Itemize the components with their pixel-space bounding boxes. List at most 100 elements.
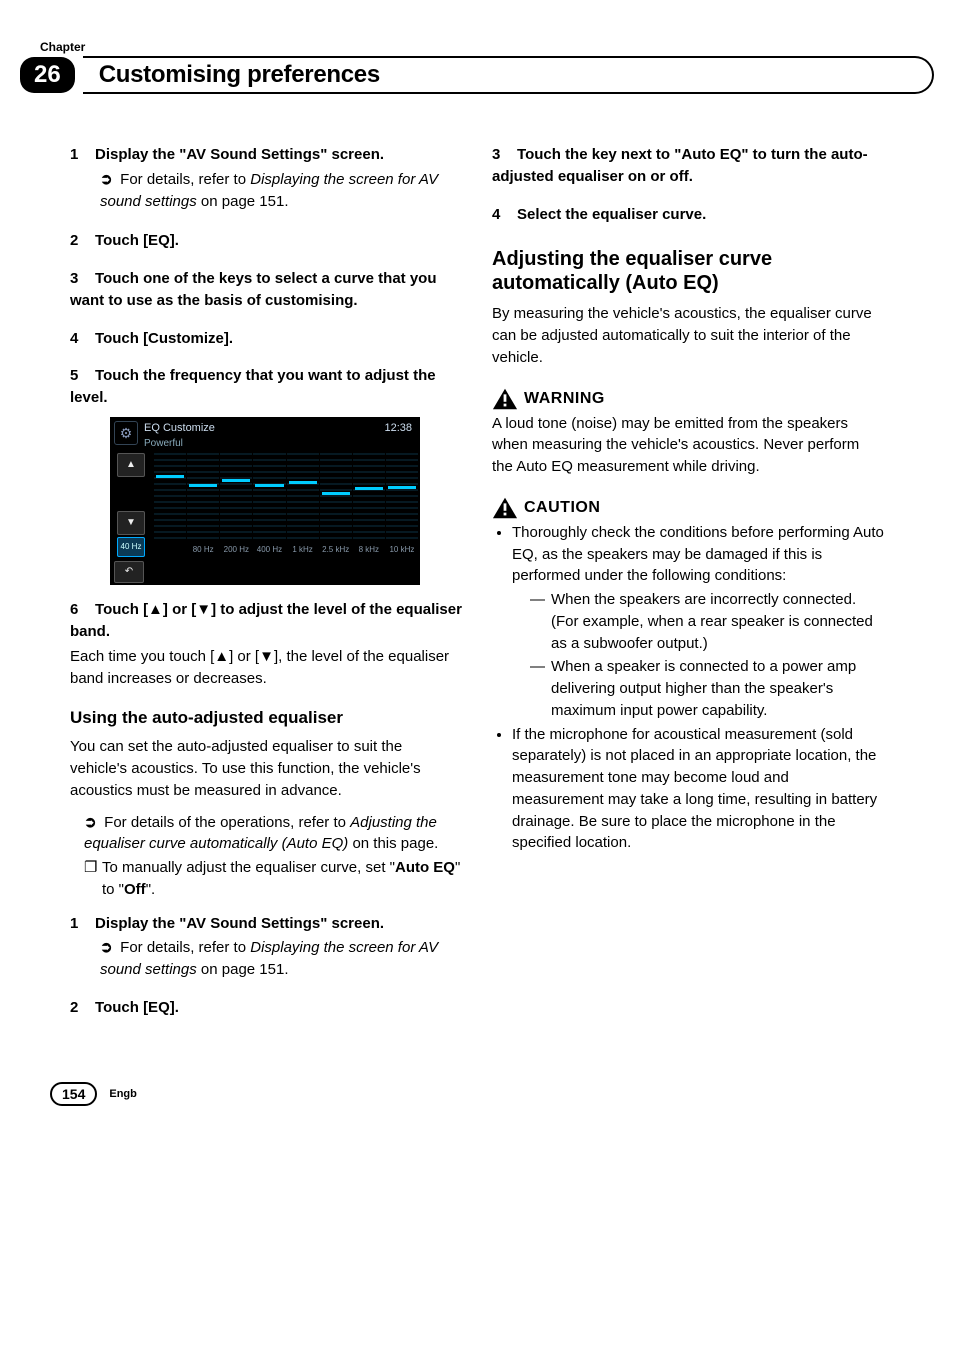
step-text: Touch one of the keys to select a curve … — [70, 270, 437, 309]
eq-band[interactable]: 200 Hz — [220, 453, 252, 557]
step-text: Touch [EQ]. — [95, 232, 179, 249]
step-number: 5 — [70, 367, 78, 384]
reference-suffix: on page 151. — [197, 193, 289, 210]
page-footer: 154 Engb — [50, 1082, 884, 1106]
eq-bands: 80 Hz200 Hz400 Hz1 kHz2.5 kHz8 kHz10 kHz — [152, 451, 420, 559]
auto-eq-note: ❐ To manually adjust the equaliser curve… — [84, 857, 462, 901]
eq-band-label — [154, 543, 186, 557]
step-number: 2 — [70, 232, 78, 249]
note-bold: Auto EQ — [395, 859, 455, 876]
note-icon: ❐ — [84, 857, 98, 901]
eq-level-up-button[interactable]: ▲ — [117, 453, 145, 477]
eq-level-down-button[interactable]: ▼ — [117, 511, 145, 535]
eq-band-label: 200 Hz — [220, 543, 252, 557]
dash-icon: — — [530, 656, 545, 721]
caution-sub-text: When the speakers are incorrectly connec… — [551, 589, 884, 654]
step-number: 3 — [70, 270, 78, 287]
eq-band-label: 80 Hz — [187, 543, 219, 557]
page-lang: Engb — [109, 1088, 137, 1100]
eq-band-label: 400 Hz — [253, 543, 285, 557]
step-text: Touch [Customize]. — [95, 330, 233, 347]
caution-item-2: If the microphone for acoustical measure… — [512, 724, 884, 855]
reference-icon: ➲ — [100, 937, 116, 959]
step-4: 4 Touch [Customize]. — [70, 328, 462, 350]
reference-suffix: on page 151. — [197, 961, 289, 978]
eq-band[interactable]: 2.5 kHz — [320, 453, 352, 557]
step-number: 4 — [492, 206, 500, 223]
document-page: Chapter 26 Customising preferences 1 Dis… — [0, 0, 954, 1146]
ss-title: EQ Customize — [144, 421, 215, 437]
step-2b: 2 Touch [EQ]. — [70, 997, 462, 1019]
ss-arrow-column: ▲ ▼ 40 Hz — [110, 451, 152, 559]
step-number: 4 — [70, 330, 78, 347]
step-5: 5 Touch the frequency that you want to a… — [70, 365, 462, 409]
reference-prefix: For details, refer to — [120, 939, 250, 956]
auto-eq-paragraph: By measuring the vehicle's acoustics, th… — [492, 303, 884, 368]
step-6: 6 Touch [▲] or [▼] to adjust the level o… — [70, 599, 462, 643]
caution-sublist: — When the speakers are incorrectly conn… — [530, 589, 884, 722]
eq-band[interactable]: 10 kHz — [386, 453, 418, 557]
note-frag: ". — [146, 881, 156, 898]
step-6-description: Each time you touch [▲] or [▼], the leve… — [70, 646, 462, 690]
content-columns: 1 Display the "AV Sound Settings" screen… — [70, 134, 884, 1022]
ss-subtitle: Powerful — [144, 437, 215, 452]
caution-sub-text: When a speaker is connected to a power a… — [551, 656, 884, 721]
step-number: 1 — [70, 915, 78, 932]
heading-auto-eq: Adjusting the equaliser curve automatica… — [492, 247, 884, 295]
reference-line-b: ➲ For details, refer to Displaying the s… — [100, 937, 462, 981]
caution-header: CAUTION — [492, 496, 884, 520]
step-text: Touch the key next to "Auto EQ" to turn … — [492, 146, 868, 185]
caution-sub-2: — When a speaker is connected to a power… — [530, 656, 884, 721]
warning-header: WARNING — [492, 387, 884, 411]
left-column: 1 Display the "AV Sound Settings" screen… — [70, 134, 462, 1022]
reference-suffix: on this page. — [348, 835, 438, 852]
warning-text: A loud tone (noise) may be emitted from … — [492, 413, 884, 478]
step-2: 2 Touch [EQ]. — [70, 230, 462, 252]
right-column: 3 Touch the key next to "Auto EQ" to tur… — [492, 134, 884, 1022]
step-text: Touch the frequency that you want to adj… — [70, 367, 436, 406]
reference-icon: ➲ — [84, 812, 100, 834]
eq-band-label: 8 kHz — [353, 543, 385, 557]
caution-sub-1: — When the speakers are incorrectly conn… — [530, 589, 884, 654]
chapter-title: Customising preferences — [99, 61, 380, 89]
ss-clock: 12:38 — [384, 421, 412, 437]
eq-customize-screenshot: ⚙ EQ Customize Powerful 12:38 ▲ ▼ 40 Hz — [110, 417, 420, 585]
step-text: Display the "AV Sound Settings" screen. — [95, 146, 384, 163]
caution-label: CAUTION — [524, 496, 600, 519]
reference-line: ➲ For details, refer to Displaying the s… — [100, 169, 462, 213]
warning-label: WARNING — [524, 387, 605, 410]
caution-list: Thoroughly check the conditions before p… — [492, 522, 884, 854]
note-bold: Off — [124, 881, 146, 898]
step-text: Touch [▲] or [▼] to adjust the level of … — [70, 601, 462, 640]
eq-band-label: 2.5 kHz — [320, 543, 352, 557]
eq-band-label: 10 kHz — [386, 543, 418, 557]
step-text: Select the equaliser curve. — [517, 206, 706, 223]
step-text: Display the "AV Sound Settings" screen. — [95, 915, 384, 932]
caution-icon — [492, 496, 518, 520]
caution-text: Thoroughly check the conditions before p… — [512, 524, 884, 585]
eq-band — [154, 453, 186, 557]
step-number: 1 — [70, 146, 78, 163]
eq-band-label: 1 kHz — [287, 543, 319, 557]
step-3-right: 3 Touch the key next to "Auto EQ" to tur… — [492, 144, 884, 188]
note-text: To manually adjust the equaliser curve, … — [102, 857, 462, 901]
chapter-header: 26 Customising preferences — [20, 56, 934, 94]
eq-band[interactable]: 1 kHz — [287, 453, 319, 557]
step-text: Touch [EQ]. — [95, 999, 179, 1016]
eq-band[interactable]: 80 Hz — [187, 453, 219, 557]
chapter-label: Chapter — [40, 40, 884, 54]
subheading-auto-eq: Using the auto-adjusted equaliser — [70, 706, 462, 731]
gear-icon: ⚙ — [114, 421, 138, 445]
reference-icon: ➲ — [100, 169, 116, 191]
chapter-number-pill: 26 — [20, 57, 75, 93]
chapter-title-frame: Customising preferences — [83, 56, 934, 94]
caution-item-1: Thoroughly check the conditions before p… — [512, 522, 884, 722]
ss-titlebar: ⚙ EQ Customize Powerful 12:38 — [110, 417, 420, 451]
warning-icon — [492, 387, 518, 411]
eq-band[interactable]: 8 kHz — [353, 453, 385, 557]
auto-eq-description: You can set the auto-adjusted equaliser … — [70, 736, 462, 801]
step-number: 6 — [70, 601, 78, 618]
eq-band[interactable]: 400 Hz — [253, 453, 285, 557]
back-button[interactable]: ↶ — [114, 561, 144, 583]
step-1b: 1 Display the "AV Sound Settings" screen… — [70, 913, 462, 935]
